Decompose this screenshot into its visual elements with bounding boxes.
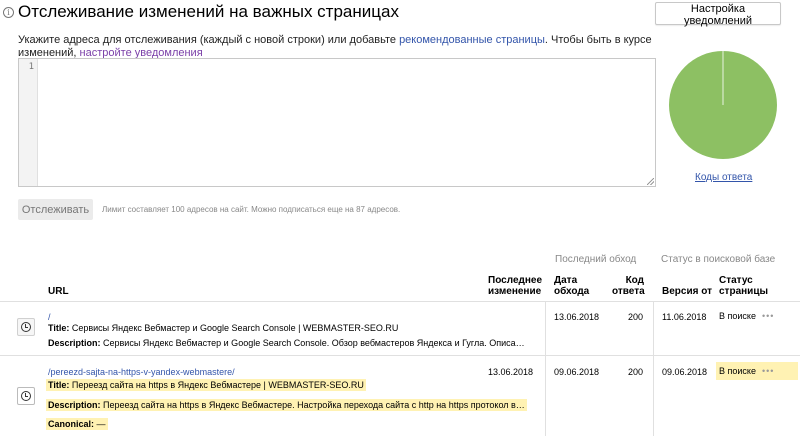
track-button[interactable]: Отслеживать: [18, 199, 93, 220]
title-value: Сервисы Яндекс Вебмастер и Google Search…: [69, 323, 399, 333]
page-status-header-line1: Статус: [719, 275, 753, 286]
row-title: Title: Переезд сайта на https в Яндекс В…: [46, 379, 366, 391]
history-clock-icon[interactable]: [17, 387, 35, 405]
row-divider: [0, 355, 800, 356]
title-label: Title:: [48, 380, 70, 390]
row-url-link[interactable]: /: [48, 312, 51, 322]
page-status-cell: В поиске •••: [716, 307, 798, 325]
row-description: Description: Переезд сайта на https в Ян…: [46, 399, 527, 411]
response-codes-link[interactable]: Коды ответа: [695, 172, 752, 183]
line-number: 1: [28, 62, 34, 72]
description-label: Description:: [48, 338, 101, 348]
instructions-prefix: Укажите адреса для отслеживания (каждый …: [18, 34, 400, 46]
crawl-date-cell: 09.06.2018: [554, 367, 600, 377]
canonical-value: —: [94, 419, 106, 429]
last-change-header-line1: Последнее: [488, 275, 543, 286]
row-canonical: Canonical: —: [46, 418, 108, 430]
table-header-divider: [0, 301, 800, 302]
history-clock-icon[interactable]: [17, 318, 35, 336]
crawl-date-cell: 13.06.2018: [554, 312, 600, 322]
recommended-pages-link[interactable]: рекомендованные страницы: [399, 34, 545, 46]
description-value: Переезд сайта на https в Яндекс Вебмасте…: [100, 400, 525, 410]
response-code-cell: 200: [628, 312, 644, 322]
response-codes-pie[interactable]: [668, 50, 778, 160]
instructions-text: Укажите адреса для отслеживания (каждый …: [18, 34, 658, 60]
column-divider: [545, 302, 546, 436]
last-change-column-header: Последнее изменение: [488, 275, 542, 297]
column-divider: [653, 302, 654, 436]
notification-settings-button[interactable]: Настройка уведомлений: [655, 2, 781, 27]
crawl-date-header-line1: Дата: [554, 275, 578, 286]
page-status-cell: В поиске •••: [716, 362, 798, 380]
page-status-column-header: Статус страницы: [719, 275, 768, 297]
version-cell: 09.06.2018: [662, 367, 708, 377]
response-code-column-header: Код ответа: [612, 275, 645, 297]
row-title: Title: Сервисы Яндекс Вебмастер и Google…: [48, 323, 398, 333]
title-value: Переезд сайта на https в Яндекс Вебмасте…: [69, 380, 364, 390]
last-change-header-line2: изменение: [488, 286, 542, 297]
row-description: Description: Сервисы Яндекс Вебмастер и …: [48, 338, 525, 348]
last-crawl-group-header: Последний обход: [555, 254, 637, 265]
description-value: Сервисы Яндекс Вебмастер и Google Search…: [100, 338, 525, 348]
version-cell: 11.06.2018: [662, 312, 707, 322]
response-code-cell: 200: [628, 367, 644, 377]
url-column-header: URL: [48, 286, 69, 297]
crawl-date-column-header: Дата обхода: [554, 275, 589, 297]
status-text: В поиске: [719, 366, 756, 376]
search-status-group-header: Статус в поисковой базе: [661, 254, 776, 265]
page-status-header-line2: страницы: [719, 286, 769, 297]
response-code-header-line1: Код: [625, 275, 644, 286]
info-icon[interactable]: i: [3, 7, 14, 18]
editor-gutter: 1: [19, 59, 38, 186]
limit-text: Лимит составляет 100 адресов на сайт. Мо…: [102, 205, 401, 214]
version-column-header: Версия от: [662, 286, 712, 297]
last-change-cell: 13.06.2018: [488, 367, 534, 377]
more-options-icon[interactable]: •••: [762, 366, 774, 376]
url-list-editor[interactable]: 1: [18, 58, 656, 187]
canonical-label: Canonical:: [48, 419, 95, 429]
crawl-date-header-line2: обхода: [554, 286, 590, 297]
more-options-icon[interactable]: •••: [762, 311, 774, 321]
description-label: Description:: [48, 400, 101, 410]
status-text: В поиске: [719, 311, 756, 321]
page-title: Отслеживание изменений на важных страниц…: [18, 2, 399, 21]
response-code-header-line2: ответа: [612, 286, 645, 297]
resize-handle-icon[interactable]: [647, 178, 654, 185]
row-url-link[interactable]: /pereezd-sajta-na-https-v-yandex-webmast…: [48, 367, 235, 377]
title-label: Title:: [48, 323, 70, 333]
